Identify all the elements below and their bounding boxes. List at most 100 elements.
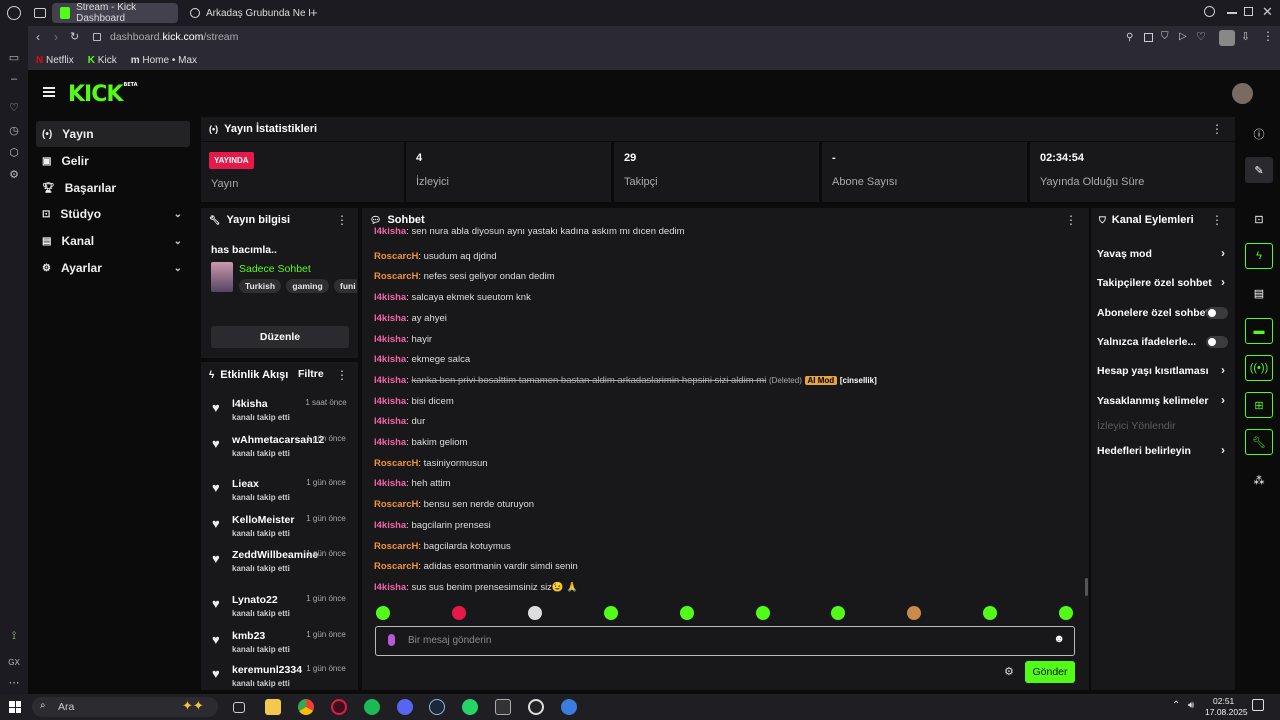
file-explorer-icon[interactable]	[265, 699, 281, 715]
tag-chip[interactable]: funi	[334, 279, 357, 293]
sidebar-item-yayin[interactable]: (•) Yayın	[36, 121, 190, 147]
event-username[interactable]: keremunl2334	[232, 664, 302, 676]
channel-action-item[interactable]: Yasaklanmış kelimeler ›	[1097, 393, 1229, 407]
tag-chip[interactable]: gaming	[286, 279, 329, 293]
chat-username[interactable]: l4kisha	[374, 375, 406, 386]
reload-icon[interactable]: ↻	[70, 30, 79, 43]
activity-event[interactable]: ♥ KelloMeister kanalı takip etti 1 gün önce	[202, 514, 358, 548]
browser-menu-icon[interactable]	[7, 6, 21, 20]
clock-time[interactable]: 02:51	[1213, 696, 1234, 706]
tag-chip[interactable]: Turkish	[239, 279, 282, 293]
volume-icon[interactable]: 🔊︎	[1188, 700, 1194, 711]
mod-tool-icon[interactable]: ⊞	[1245, 392, 1273, 418]
toggle-switch[interactable]	[1206, 307, 1228, 319]
profile-avatar-icon[interactable]	[1219, 30, 1235, 46]
emote-1-icon[interactable]	[376, 606, 390, 620]
filter-button[interactable]: Filtre	[298, 368, 324, 380]
microphone-icon[interactable]	[388, 634, 395, 646]
sidebar-item-kanal[interactable]: ▤ Kanal ⌄	[36, 228, 190, 254]
channel-action-item[interactable]: Hesap yaşı kısıtlaması ›	[1097, 363, 1229, 377]
notes-icon[interactable]: ▤	[1245, 280, 1273, 306]
chat-username[interactable]: RoscarcH	[374, 541, 418, 552]
chat-username[interactable]: RoscarcH	[374, 561, 418, 572]
tab-overview-icon[interactable]	[34, 8, 46, 18]
opera-gx-icon[interactable]	[331, 699, 347, 715]
sidebar-item-gelir[interactable]: ▣ Gelir	[36, 148, 190, 174]
channel-actions-more-icon[interactable]: ⋮	[1211, 213, 1223, 227]
chat-username[interactable]: l4kisha	[374, 313, 406, 324]
category-link[interactable]: Sadece Sohbet	[239, 263, 311, 275]
minimize-icon[interactable]	[1227, 12, 1237, 14]
download-icon[interactable]: ⇩	[1241, 30, 1250, 43]
screen-capture-icon[interactable]: ⊡	[1245, 206, 1273, 232]
chat-username[interactable]: RoscarcH	[374, 251, 418, 262]
emote-10-icon[interactable]	[1059, 606, 1073, 620]
emote-6-icon[interactable]	[756, 606, 770, 620]
spotify-icon[interactable]	[364, 699, 380, 715]
send-icon[interactable]: ▷	[1179, 31, 1187, 42]
settings-icon[interactable]: ⚙	[7, 168, 21, 182]
tray-chevron-icon[interactable]: ⌃	[1172, 700, 1180, 711]
bookmark-kick[interactable]: K Kick	[88, 55, 117, 66]
activity-event[interactable]: ♥ l4kisha kanalı takip etti 1 saat önce	[202, 398, 358, 432]
chat-username[interactable]: RoscarcH	[374, 458, 418, 469]
whatsapp-icon[interactable]	[462, 699, 478, 715]
sidebar-item-basarilar[interactable]: 🏆︎ Başarılar	[36, 175, 190, 201]
event-username[interactable]: Lieax	[232, 478, 259, 490]
chat-username[interactable]: l4kisha	[374, 478, 406, 489]
event-username[interactable]: KelloMeister	[232, 514, 294, 526]
pin-icon[interactable]: ⚲	[1126, 32, 1133, 43]
emote-2-icon[interactable]	[452, 606, 466, 620]
history-icon[interactable]: ◷	[7, 124, 21, 138]
tab-arkadas[interactable]: Arkadaş Grubunda Ne Ka	[182, 3, 310, 23]
stats-more-icon[interactable]: ⋮	[1211, 122, 1223, 136]
user-avatar[interactable]	[1232, 83, 1253, 104]
activity-more-icon[interactable]: ⋮	[336, 368, 348, 382]
event-username[interactable]: l4kisha	[232, 398, 268, 410]
emote-4-icon[interactable]	[604, 606, 618, 620]
info-icon[interactable]: ⓘ	[1245, 121, 1273, 147]
discord-icon[interactable]	[397, 699, 413, 715]
chat-username[interactable]: l4kisha	[374, 396, 406, 407]
event-username[interactable]: kmb23	[232, 630, 265, 642]
task-view-icon[interactable]	[233, 702, 245, 713]
bookmark-max[interactable]: m Home • Max	[131, 55, 197, 66]
bookmark-netflix[interactable]: N Netflix	[36, 55, 74, 66]
activity-event[interactable]: ♥ Lieax kanalı takip etti 1 gün önce	[202, 478, 358, 512]
search-icon[interactable]	[1204, 6, 1215, 17]
activity-event[interactable]: ♥ keremunl2334 kanalı takip etti 1 gün önce	[202, 664, 358, 690]
sidebar-item-ayarlar[interactable]: ⚙ Ayarlar ⌄	[36, 255, 190, 281]
wrench-tool-icon[interactable]: 🔧︎	[1245, 429, 1273, 455]
kick-logo[interactable]: KICKBETA	[68, 82, 138, 107]
emote-5-icon[interactable]	[680, 606, 694, 620]
edit-button[interactable]: Düzenle	[211, 326, 349, 348]
shield-icon[interactable]: ⛉	[1161, 31, 1169, 42]
app-icon[interactable]	[561, 699, 577, 715]
url-field[interactable]: dashboard.kick.com/stream	[110, 31, 238, 43]
channel-action-item[interactable]: Yavaş mod ›	[1097, 246, 1229, 260]
forward-icon[interactable]: ›	[54, 30, 58, 44]
send-button[interactable]: Gönder	[1025, 661, 1075, 683]
hamburger-menu-icon[interactable]	[43, 87, 55, 97]
emote-7-icon[interactable]	[831, 606, 845, 620]
steam-icon[interactable]	[429, 699, 445, 715]
notifications-icon[interactable]	[1252, 699, 1264, 711]
emoji-icon[interactable]: ☻	[1053, 633, 1065, 645]
share-icon[interactable]: ⁂	[1245, 467, 1273, 493]
toggle-switch[interactable]	[1206, 336, 1228, 348]
favorites-icon[interactable]: ♡	[7, 101, 21, 115]
chat-username[interactable]: l4kisha	[374, 334, 406, 345]
sidebar-item-studyo[interactable]: ⊡ Stüdyo ⌄	[36, 201, 190, 227]
emote-8-icon[interactable]	[907, 606, 921, 620]
chat-username[interactable]: l4kisha	[374, 226, 406, 236]
chat-username[interactable]: l4kisha	[374, 437, 406, 448]
activity-event[interactable]: ♥ ZeddWillbeamine kanalı takip etti 1 gün ö…	[202, 549, 358, 583]
channel-action-item[interactable]: Yalnızca ifadelerle...	[1097, 336, 1229, 348]
restore-icon[interactable]	[1244, 7, 1253, 16]
chat-username[interactable]: RoscarcH	[374, 499, 418, 510]
chat-settings-icon[interactable]: ⚙	[1004, 665, 1014, 678]
bolt-tool-icon[interactable]: ϟ	[1245, 243, 1273, 269]
activity-event[interactable]: ♥ wAhmetacarsan12 kanalı takip etti 1 gün ö…	[202, 434, 358, 468]
activity-event[interactable]: ♥ Lynato22 kanalı takip etti 1 gün önce	[202, 594, 358, 628]
chat-scrollbar[interactable]	[1085, 578, 1088, 596]
